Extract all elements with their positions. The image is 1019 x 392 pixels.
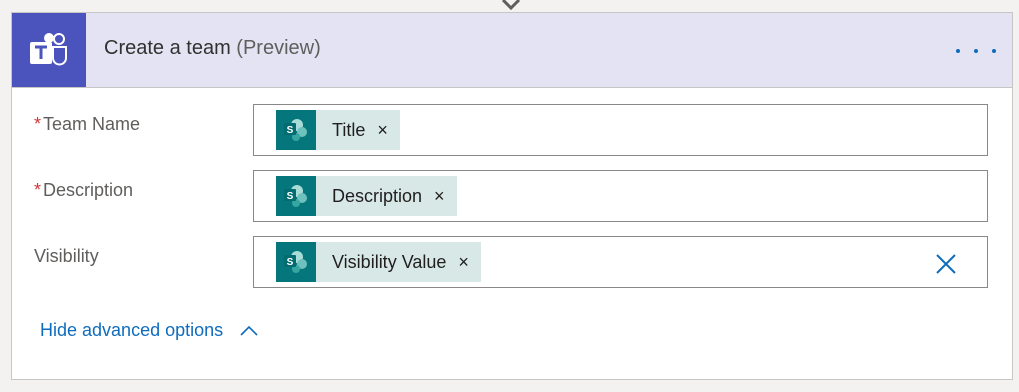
dynamic-content-token[interactable]: S Visibility Value × (276, 242, 481, 282)
chevron-up-icon (240, 325, 258, 336)
microsoft-teams-icon (12, 13, 86, 87)
field-label-description: * Description (34, 180, 134, 200)
token-label: Description (332, 185, 423, 206)
sharepoint-icon: S (276, 242, 316, 282)
visibility-input[interactable]: S Visibility Value × (253, 236, 988, 288)
sharepoint-icon: S (276, 176, 316, 216)
field-row-description: * Description S Description × (12, 170, 1012, 222)
card-title-text: Create a team (104, 37, 231, 59)
field-label-visibility: Visibility (34, 246, 99, 266)
dynamic-content-token[interactable]: S Title × (276, 110, 400, 150)
token-label: Title (332, 119, 366, 140)
advanced-options-label: Hide advanced options (40, 320, 224, 340)
token-label: Visibility Value (332, 251, 447, 272)
card-header[interactable]: Create a team (Preview) (12, 13, 1012, 88)
description-input[interactable]: S Description × (253, 170, 988, 222)
action-card: Create a team (Preview) * Team Name S Ti… (11, 12, 1013, 380)
field-label-team-name: * Team Name (34, 114, 141, 134)
clear-x-icon[interactable] (935, 253, 957, 275)
card-title: Create a team (Preview) (104, 37, 321, 60)
dynamic-content-token[interactable]: S Description × (276, 176, 457, 216)
remove-token-icon[interactable]: × (377, 121, 388, 139)
flow-arrow-connector (501, 0, 521, 11)
hide-advanced-options-link[interactable]: Hide advanced options (40, 320, 259, 341)
required-marker: * (34, 114, 42, 134)
more-options-icon[interactable] (956, 39, 996, 63)
field-row-visibility: Visibility S Visibility Value × (12, 236, 1012, 288)
required-marker: * (34, 180, 42, 200)
team-name-input[interactable]: S Title × (253, 104, 988, 156)
remove-token-icon[interactable]: × (458, 253, 469, 271)
field-row-team-name: * Team Name S Title × (12, 104, 1012, 156)
remove-token-icon[interactable]: × (434, 187, 445, 205)
svg-text:S: S (287, 191, 294, 202)
svg-text:S: S (287, 257, 294, 268)
svg-text:S: S (287, 125, 294, 136)
card-title-suffix: (Preview) (236, 37, 321, 59)
sharepoint-icon: S (276, 110, 316, 150)
